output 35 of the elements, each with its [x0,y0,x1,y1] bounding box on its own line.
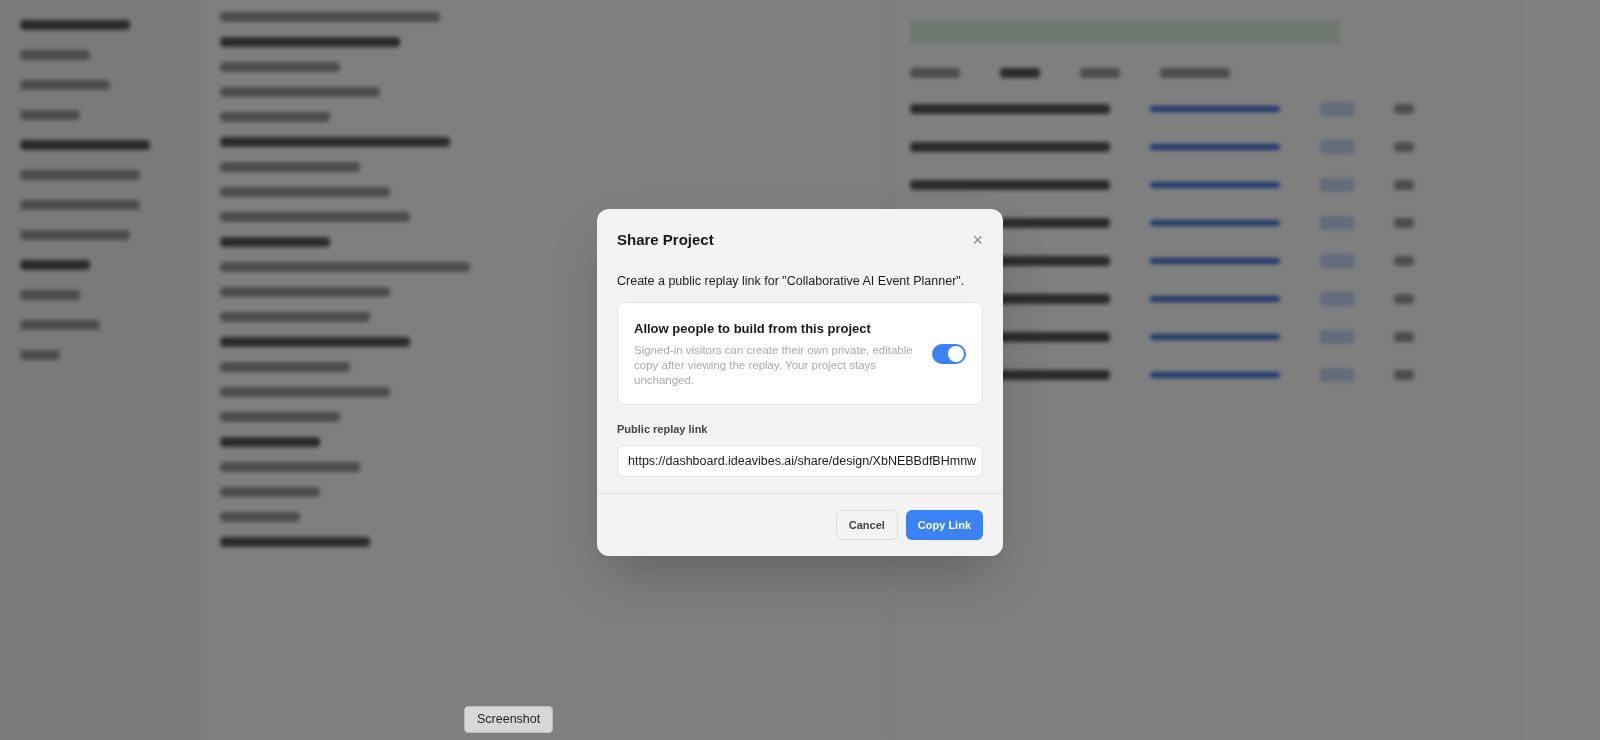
blurred-text-line [20,260,90,270]
blurred-text-line [1394,142,1414,152]
blurred-text-line [1394,256,1414,266]
toggle-switch[interactable] [932,343,966,364]
blurred-text-line [1394,332,1414,342]
blurred-text-line [1394,180,1414,190]
blurred-text-line [1394,294,1414,304]
blurred-text-line [1160,68,1230,78]
status-badge [1320,178,1354,192]
link-field[interactable]: https://dashboard.ideavibes.ai/share/design/XbNEBBdfBHmnw [617,445,983,478]
status-badge [1320,330,1354,344]
link-label: Public replay link [617,421,709,437]
blurred-text-line [1080,68,1120,78]
cancel-button[interactable]: Cancel [835,510,898,541]
blurred-text-line [1394,370,1414,380]
blurred-text-line [1394,104,1414,114]
blurred-text-line [20,110,80,120]
blurred-text-line [1394,218,1414,228]
status-badge [1320,292,1354,306]
option-title: Allow people to build from this project [634,320,872,339]
blurred-text-line [1000,68,1040,78]
status-badge [1320,254,1354,268]
status-badge [1320,102,1354,116]
status-badge [1320,216,1354,230]
tooltip: Screenshot [464,706,554,733]
dialog-title: Share Project [617,230,714,250]
status-badge [1320,140,1354,154]
status-badge [1320,368,1354,382]
blurred-text-line [20,290,80,300]
blurred-text-line [910,68,960,78]
blurred-text-line [20,50,90,60]
option-description: Signed-in visitors can create their own private, editable copy after viewing the replay. Your project stays unchanged. [634,342,914,388]
dialog-description: Create a public replay link for "Collaborative AI Event Planner". [617,272,966,290]
blurred-text-line [20,350,60,360]
copy-link-button[interactable]: Copy Link [905,510,983,541]
